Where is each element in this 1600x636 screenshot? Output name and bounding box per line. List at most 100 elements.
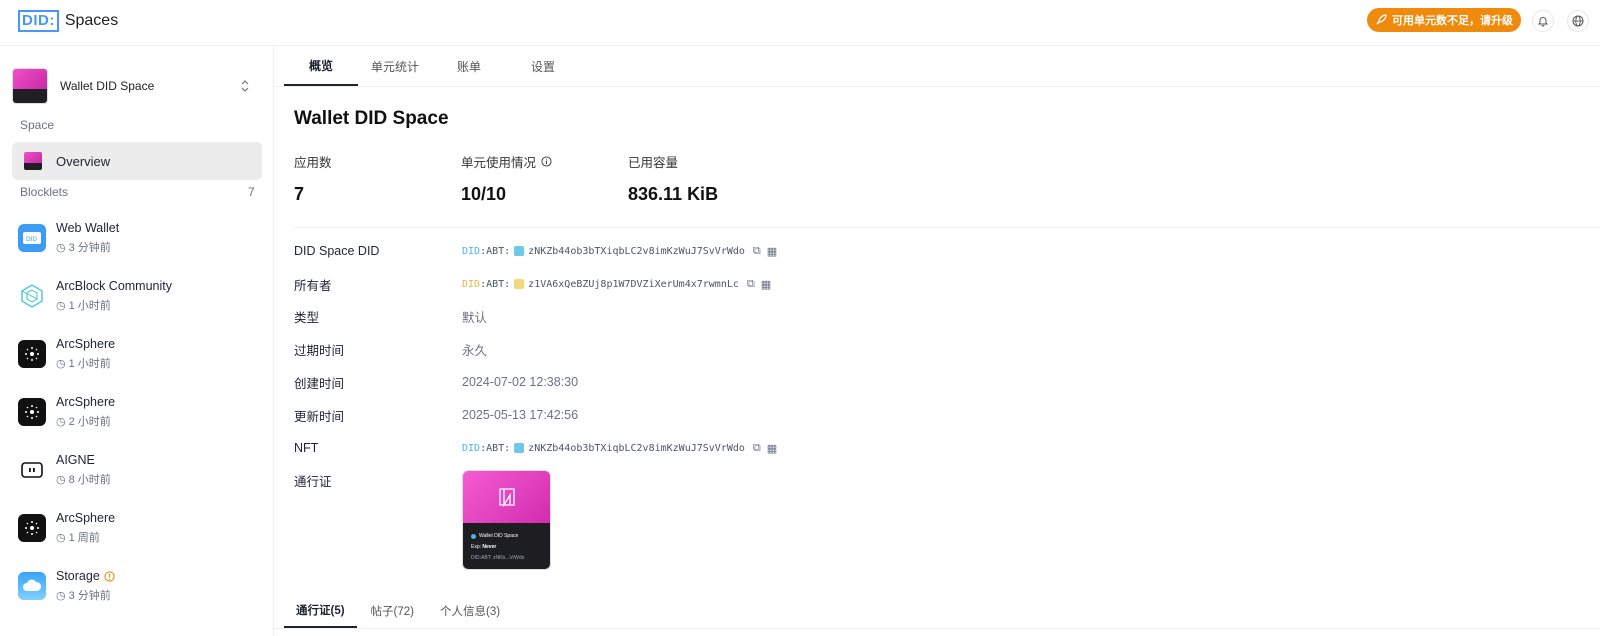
nft-dot-icon <box>471 533 476 539</box>
blocklet-item[interactable]: Storage ◷ 3 分钟前 <box>18 564 262 608</box>
tab-profile[interactable]: 个人信息(3) <box>428 594 512 628</box>
owner-address[interactable]: DID:ABT: z1VA6xQeBZUj8p1W7DVZiXerUm4x7rw… <box>462 279 739 290</box>
space-thumbnail <box>12 68 48 104</box>
clock-icon: ◷ <box>56 241 66 254</box>
copy-icon[interactable]: ⧉ <box>753 442 761 455</box>
blocklet-time: ◷ 3 分钟前 <box>56 241 111 255</box>
nft-card-body: Wallet DID Space Exp: Never DID:ABT: zNK… <box>463 523 550 569</box>
section-divider <box>294 227 1600 228</box>
blocklet-name: Web Wallet <box>56 221 120 235</box>
globe-icon <box>1572 15 1584 27</box>
tab-settings[interactable]: 设置 <box>506 46 580 86</box>
arcsphere-icon <box>18 340 46 368</box>
nft-exp-value: Never <box>482 544 497 550</box>
detail-label: 更新时间 <box>294 409 345 424</box>
stat-label: 已用容量 <box>628 156 679 170</box>
space-selector[interactable]: Wallet DID Space <box>12 66 262 106</box>
nft-logo-icon <box>498 488 515 508</box>
tab-posts[interactable]: 帖子(72) <box>359 594 426 628</box>
blocklet-item[interactable]: ArcBlock Community ◷ 1 小时前 <box>18 274 262 318</box>
tab-passes[interactable]: 通行证(5) <box>284 594 357 628</box>
detail-row-did: DID Space DID DID:ABT: zNKZb44ob3bTXiqbL… <box>294 241 777 261</box>
app-header: DID: Spaces 可用单元数不足，请升级 <box>0 0 1600 46</box>
tab-unit-stats[interactable]: 单元统计 <box>358 46 432 86</box>
tab-billing[interactable]: 账单 <box>432 46 506 86</box>
logo[interactable]: DID: Spaces <box>18 10 118 32</box>
detail-row-pass: 通行证 <box>294 470 462 490</box>
stat-app-count: 应用数 7 <box>294 152 332 205</box>
tab-overview[interactable]: 概览 <box>284 46 358 86</box>
aigne-icon <box>18 456 46 484</box>
blocklet-item[interactable]: ArcSphere ◷ 1 小时前 <box>18 332 262 376</box>
nft-card-name: Wallet DID Space <box>479 533 519 539</box>
sidebar-item-overview[interactable]: Overview <box>12 142 262 180</box>
stat-label-wrap: 单元使用情况 <box>461 152 552 171</box>
nft-exp-label: Exp: <box>471 544 482 550</box>
blocklet-time: ◷ 2 小时前 <box>56 415 111 429</box>
detail-label: 通行证 <box>294 474 332 489</box>
nft-pass-card[interactable]: Wallet DID Space Exp: Never DID:ABT: zNK… <box>462 470 551 570</box>
detail-row-owner: 所有者 DID:ABT: z1VA6xQeBZUj8p1W7DVZiXerUm4… <box>294 274 771 294</box>
blocklets-section-label: Blocklets <box>20 185 69 199</box>
blocklets-count: 7 <box>248 185 255 199</box>
blocklet-item[interactable]: AIGNE ◷ 8 小时前 <box>18 448 262 492</box>
blocklet-item[interactable]: ArcSphere ◷ 1 周前 <box>18 506 262 550</box>
detail-row-created: 创建时间 2024-07-02 12:38:30 <box>294 372 578 392</box>
detail-label: 类型 <box>294 310 320 325</box>
blocklet-item[interactable]: ArcSphere ◷ 2 小时前 <box>18 390 262 434</box>
warning-icon <box>104 570 115 582</box>
sidebar-item-label: Overview <box>56 153 111 169</box>
qrcode-icon[interactable]: ▦ <box>767 245 777 258</box>
arcsphere-icon <box>18 514 46 542</box>
detail-label: 所有者 <box>294 278 332 293</box>
qrcode-icon[interactable]: ▦ <box>767 442 777 455</box>
clock-icon: ◷ <box>56 299 66 312</box>
blocklet-name: ArcSphere <box>56 337 116 351</box>
page-title: Wallet DID Space <box>294 108 449 129</box>
blocklet-name: ArcBlock Community <box>56 279 172 293</box>
detail-label: 创建时间 <box>294 376 345 391</box>
copy-icon[interactable]: ⧉ <box>747 278 755 291</box>
stat-label: 单元使用情况 <box>461 156 537 170</box>
clock-icon: ◷ <box>56 357 66 370</box>
upgrade-label: 可用单元数不足，请升级 <box>1392 15 1513 27</box>
language-button[interactable] <box>1567 10 1589 32</box>
detail-label: DID Space DID <box>294 244 380 258</box>
logo-mark: DID: <box>18 10 59 32</box>
space-name: Wallet DID Space <box>60 79 155 93</box>
nft-card-did: DID:ABT: zNKb...VrWdo <box>471 555 525 561</box>
stat-value: 10/10 <box>461 184 507 204</box>
rocket-icon <box>1376 14 1387 25</box>
clock-icon: ◷ <box>56 531 66 544</box>
upgrade-button[interactable]: 可用单元数不足，请升级 <box>1367 8 1521 32</box>
notifications-button[interactable] <box>1532 10 1554 32</box>
blocklet-name: Storage <box>56 569 115 583</box>
clock-icon: ◷ <box>56 473 66 486</box>
stat-value: 836.11 KiB <box>628 184 719 204</box>
bottom-tabs-divider <box>274 628 1600 629</box>
web-wallet-icon: DID <box>18 224 46 252</box>
detail-row-nft: NFT DID:ABT: zNKZb44ob3bTXiqbLC2v8imKzWu… <box>294 438 777 458</box>
nft-address[interactable]: DID:ABT: zNKZb44ob3bTXiqbLC2v8imKzWuJ7Sv… <box>462 443 745 454</box>
sidebar: Wallet DID Space Space Overview Blocklet… <box>0 46 274 636</box>
detail-row-type: 类型 默认 <box>294 306 487 326</box>
info-icon[interactable] <box>541 156 552 167</box>
detail-label: 过期时间 <box>294 343 345 358</box>
blocklet-time: ◷ 1 小时前 <box>56 299 111 313</box>
detail-value: 2024-07-02 12:38:30 <box>462 375 579 389</box>
clock-icon: ◷ <box>56 415 66 428</box>
did-address[interactable]: DID:ABT: zNKZb44ob3bTXiqbLC2v8imKzWuJ7Sv… <box>462 246 745 257</box>
pass-tabs: 通行证(5) 帖子(72) 个人信息(3) <box>284 594 514 628</box>
copy-icon[interactable]: ⧉ <box>753 245 761 258</box>
arcblock-community-icon <box>18 282 46 310</box>
did-avatar-icon <box>514 279 525 289</box>
stat-label: 应用数 <box>294 156 332 170</box>
detail-value: 永久 <box>462 343 488 358</box>
blocklet-item[interactable]: DID Web Wallet ◷ 3 分钟前 <box>18 216 262 260</box>
chevron-updown-icon <box>241 80 249 92</box>
space-section-label: Space <box>20 118 55 132</box>
detail-value: 2025-05-13 17:42:56 <box>462 408 579 422</box>
detail-value: 默认 <box>462 310 488 325</box>
svg-text:DID: DID <box>26 236 37 243</box>
qrcode-icon[interactable]: ▦ <box>761 278 771 291</box>
